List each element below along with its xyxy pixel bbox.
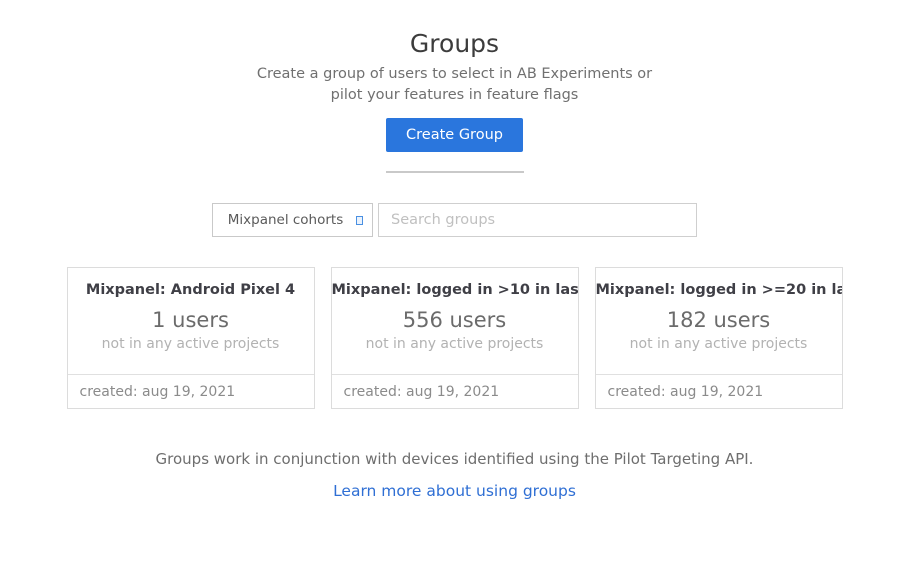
cohort-source-dropdown-label: Mixpanel cohorts	[228, 212, 358, 228]
search-groups-input[interactable]	[378, 203, 697, 237]
page-subtitle: Create a group of users to select in AB …	[0, 64, 909, 106]
group-card-title: Mixpanel: logged in >10 in last 30 ...	[332, 280, 578, 300]
group-card[interactable]: Mixpanel: logged in >10 in last 30 ... 5…	[331, 267, 579, 409]
page-subtitle-line-1: Create a group of users to select in AB …	[0, 64, 909, 85]
page-title: Groups	[0, 28, 909, 60]
group-card-status: not in any active projects	[596, 335, 842, 354]
header-divider	[386, 171, 524, 173]
group-card-user-count: 1 users	[68, 307, 314, 333]
group-card-created: created: aug 19, 2021	[332, 374, 578, 408]
learn-more-link[interactable]: Learn more about using groups	[333, 482, 576, 500]
group-card-user-count: 182 users	[596, 307, 842, 333]
create-group-button[interactable]: Create Group	[386, 118, 523, 152]
groups-page: Groups Create a group of users to select…	[0, 28, 909, 586]
group-card[interactable]: Mixpanel: Android Pixel 4 1 users not in…	[67, 267, 315, 409]
group-card-status: not in any active projects	[332, 335, 578, 354]
group-card[interactable]: Mixpanel: logged in >=20 in last 30... 1…	[595, 267, 843, 409]
group-card-user-count: 556 users	[332, 307, 578, 333]
footer-info-text: Groups work in conjunction with devices …	[0, 449, 909, 469]
group-card-title: Mixpanel: logged in >=20 in last 30...	[596, 280, 842, 300]
group-cards-row: Mixpanel: Android Pixel 4 1 users not in…	[0, 267, 909, 409]
cohort-source-dropdown[interactable]: Mixpanel cohorts	[212, 203, 373, 237]
dropdown-caret-icon	[356, 216, 363, 225]
footer-link-row: Learn more about using groups	[0, 481, 909, 500]
group-card-created: created: aug 19, 2021	[68, 374, 314, 408]
group-card-title: Mixpanel: Android Pixel 4	[68, 280, 314, 300]
group-card-body: Mixpanel: logged in >=20 in last 30... 1…	[596, 268, 842, 374]
group-card-body: Mixpanel: Android Pixel 4 1 users not in…	[68, 268, 314, 374]
group-card-body: Mixpanel: logged in >10 in last 30 ... 5…	[332, 268, 578, 374]
group-card-created: created: aug 19, 2021	[596, 374, 842, 408]
controls-row: Mixpanel cohorts	[0, 203, 909, 237]
page-subtitle-line-2: pilot your features in feature flags	[0, 85, 909, 106]
group-card-status: not in any active projects	[68, 335, 314, 354]
